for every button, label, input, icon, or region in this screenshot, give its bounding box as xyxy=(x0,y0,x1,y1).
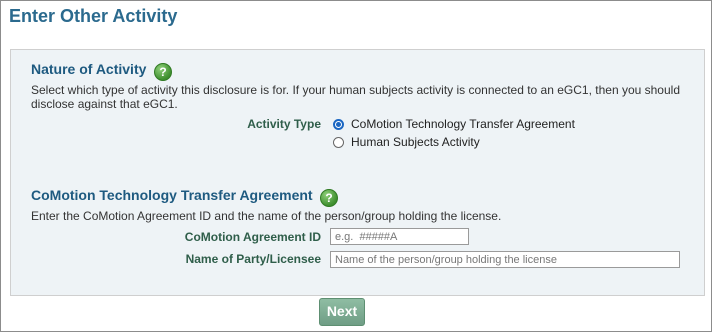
activity-type-label: Activity Type xyxy=(247,117,321,131)
help-icon[interactable]: ? xyxy=(320,189,338,207)
radio-label-human-subjects: Human Subjects Activity xyxy=(351,135,480,149)
radio-button-unchecked[interactable] xyxy=(333,136,344,148)
party-licensee-input[interactable] xyxy=(330,251,680,268)
radio-button-checked[interactable] xyxy=(333,118,344,130)
activity-form-panel: Nature of Activity ? Select which type o… xyxy=(10,49,705,296)
next-button[interactable]: Next xyxy=(319,298,365,326)
help-icon[interactable]: ? xyxy=(154,63,172,81)
nature-section-title: Nature of Activity xyxy=(31,61,147,77)
party-licensee-label: Name of Party/Licensee xyxy=(185,252,321,266)
agreement-id-input[interactable] xyxy=(330,228,469,245)
radio-label-comotion: CoMotion Technology Transfer Agreement xyxy=(351,117,575,131)
page-title: Enter Other Activity xyxy=(9,6,178,26)
nature-description: Select which type of activity this discl… xyxy=(31,83,680,111)
page-frame: Enter Other Activity Nature of Activity … xyxy=(0,0,712,332)
radio-human-subjects[interactable]: Human Subjects Activity xyxy=(333,135,480,149)
radio-comotion-agreement[interactable]: CoMotion Technology Transfer Agreement xyxy=(333,117,575,131)
agreement-description: Enter the CoMotion Agreement ID and the … xyxy=(31,209,502,223)
agreement-id-label: CoMotion Agreement ID xyxy=(184,230,321,244)
agreement-section-title: CoMotion Technology Transfer Agreement xyxy=(31,187,313,203)
